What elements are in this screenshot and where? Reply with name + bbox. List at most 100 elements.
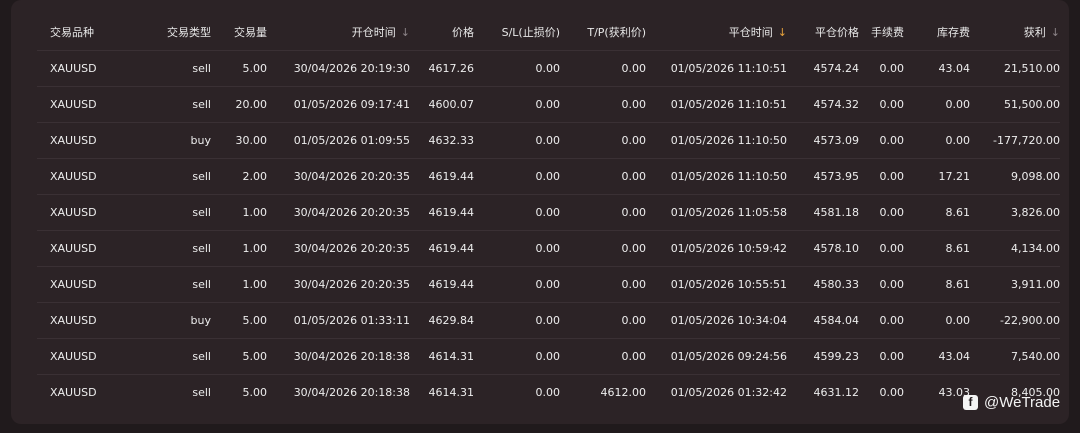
cell-sl: 0.00 xyxy=(474,86,560,123)
cell-volume: 30.00 xyxy=(211,122,267,159)
cell-tp: 4612.00 xyxy=(600,386,647,399)
cell-swap: 8.61 xyxy=(904,230,970,267)
cell-price: 4614.31 xyxy=(410,338,474,375)
cell-commission: 0.00 xyxy=(859,158,904,195)
cell-close-time: 01/05/2026 10:59:42 xyxy=(646,230,787,267)
cell-volume: 1.00 xyxy=(211,230,267,267)
cell-profit: 51,500.00 xyxy=(970,86,1060,123)
cell-open-time: 01/05/2026 01:33:11 xyxy=(267,302,410,339)
cell-volume: 5.00 xyxy=(211,50,267,87)
cell-commission: 0.00 xyxy=(859,122,904,159)
cell-open-time: 01/05/2026 01:09:55 xyxy=(267,122,410,159)
table-row[interactable]: XAUUSD sell 5.00 30/04/2026 20:18:38 4614.31… xyxy=(37,375,1060,411)
cell-swap: 0.00 xyxy=(904,122,970,159)
cell-close-time: 01/05/2026 11:10:50 xyxy=(646,158,787,195)
cell-sl: 0.00 xyxy=(474,194,560,231)
table-row[interactable]: XAUUSD sell 2.00 30/04/2026 20:20:35 4619.44… xyxy=(37,158,1060,195)
cell-symbol: XAUUSD xyxy=(37,122,107,159)
cell-type: sell xyxy=(192,386,211,399)
cell-profit: -22,900.00 xyxy=(970,302,1060,339)
cell-type: sell xyxy=(107,266,211,303)
cell-commission: 0.00 xyxy=(859,50,904,87)
header-symbol[interactable]: 交易品种 xyxy=(37,14,107,51)
cell-close-time: 01/05/2026 11:05:58 xyxy=(646,194,787,231)
cell-close-price: 4599.23 xyxy=(787,338,859,375)
header-type[interactable]: 交易类型 xyxy=(107,14,211,51)
cell-close-price: 4573.95 xyxy=(787,158,859,195)
cell-close-time: 01/05/2026 10:55:51 xyxy=(646,266,787,303)
cell-tp: 0.00 xyxy=(560,194,646,231)
cell-swap: 0.00 xyxy=(904,86,970,123)
cell-tp: 0.00 xyxy=(560,50,646,87)
table-row[interactable]: XAUUSD sell 20.00 01/05/2026 09:17:41 4600.0… xyxy=(37,86,1060,123)
cell-swap: 8.61 xyxy=(904,194,970,231)
cell-type: buy xyxy=(107,122,211,159)
sort-down-icon[interactable]: ↓ xyxy=(1051,26,1060,39)
cell-tp: 0.00 xyxy=(560,122,646,159)
cell-close-price: 4584.04 xyxy=(787,302,859,339)
table-row[interactable]: XAUUSD buy 5.00 01/05/2026 01:33:11 4629.84 0… xyxy=(37,302,1060,339)
table-row[interactable]: XAUUSD sell 5.00 30/04/2026 20:19:30 4617.26… xyxy=(37,50,1060,87)
table-row[interactable]: XAUUSD sell 1.00 30/04/2026 20:20:35 4619.44… xyxy=(37,266,1060,303)
table-row[interactable]: XAUUSD sell 1.00 30/04/2026 20:20:35 4619.44… xyxy=(37,230,1060,267)
cell-swap: 43.03 xyxy=(938,386,971,399)
cell-close-price: 4580.33 xyxy=(787,266,859,303)
cell-swap: 43.04 xyxy=(904,338,970,375)
cell-commission: 0.00 xyxy=(859,266,904,303)
cell-type: sell xyxy=(107,50,211,87)
cell-symbol: XAUUSD xyxy=(37,302,107,339)
cell-tp: 0.00 xyxy=(560,266,646,303)
cell-symbol: XAUUSD xyxy=(37,266,107,303)
cell-sl: 0.00 xyxy=(474,338,560,375)
cell-volume: 1.00 xyxy=(211,194,267,231)
table-row[interactable]: XAUUSD sell 5.00 30/04/2026 20:18:38 4614.31… xyxy=(37,338,1060,375)
header-profit[interactable]: 获利 ↓ xyxy=(970,14,1060,51)
header-close-price[interactable]: 平仓价格 xyxy=(787,14,859,51)
cell-tp: 0.00 xyxy=(560,158,646,195)
header-close-time[interactable]: 平仓时间 ↓ xyxy=(646,14,787,51)
header-commission[interactable]: 手续费 xyxy=(859,14,904,51)
cell-swap: 8.61 xyxy=(904,266,970,303)
cell-symbol: XAUUSD xyxy=(37,158,107,195)
header-price[interactable]: 价格 xyxy=(410,14,474,51)
header-swap[interactable]: 库存费 xyxy=(904,14,970,51)
cell-tp: 0.00 xyxy=(560,86,646,123)
cell-sl: 0.00 xyxy=(474,302,560,339)
cell-open-time: 30/04/2026 20:18:38 xyxy=(293,386,410,399)
cell-sl: 0.00 xyxy=(474,158,560,195)
header-sl[interactable]: S/L(止损价) xyxy=(474,14,560,51)
cell-commission: 0.00 xyxy=(859,230,904,267)
cell-sl: 0.00 xyxy=(474,122,560,159)
cell-profit: 9,098.00 xyxy=(970,158,1060,195)
cell-commission: 0.00 xyxy=(859,302,904,339)
sort-down-active-icon[interactable]: ↓ xyxy=(778,26,787,39)
header-tp[interactable]: T/P(获利价) xyxy=(560,14,646,51)
cell-profit: 4,134.00 xyxy=(970,230,1060,267)
cell-symbol: XAUUSD xyxy=(37,86,107,123)
cell-volume: 20.00 xyxy=(211,86,267,123)
cell-close-time: 01/05/2026 11:10:50 xyxy=(646,122,787,159)
cell-close-time: 01/05/2026 09:24:56 xyxy=(646,338,787,375)
header-close-time-label: 平仓时间 xyxy=(728,26,773,39)
cell-close-price: 4573.09 xyxy=(787,122,859,159)
cell-close-price: 4574.24 xyxy=(787,50,859,87)
table-row[interactable]: XAUUSD buy 30.00 01/05/2026 01:09:55 4632.33… xyxy=(37,122,1060,159)
trade-history-table: 交易品种 交易类型 交易量 开仓时间 ↓ 价格 S/L(止损价) T/P(获利价)… xyxy=(37,14,1060,410)
cell-close-time: 01/05/2026 11:10:51 xyxy=(646,50,787,87)
cell-close-price: 4581.18 xyxy=(787,194,859,231)
header-volume[interactable]: 交易量 xyxy=(211,14,267,51)
watermark-text: @WeTrade xyxy=(984,393,1061,411)
cell-commission: 0.00 xyxy=(859,194,904,231)
cell-close-price: 4574.32 xyxy=(787,86,859,123)
cell-close-time: 01/05/2026 11:10:51 xyxy=(646,86,787,123)
cell-sl: 0.00 xyxy=(474,230,560,267)
trade-history-panel: 交易品种 交易类型 交易量 开仓时间 ↓ 价格 S/L(止损价) T/P(获利价)… xyxy=(11,0,1069,424)
cell-commission: 0.00 xyxy=(859,86,904,123)
header-open-time-label: 开仓时间 xyxy=(351,26,396,39)
cell-volume: 5.00 xyxy=(242,386,268,399)
sort-down-icon[interactable]: ↓ xyxy=(401,26,410,39)
table-row[interactable]: XAUUSD sell 1.00 30/04/2026 20:20:35 4619.44… xyxy=(37,194,1060,231)
cell-open-time: 30/04/2026 20:20:35 xyxy=(267,266,410,303)
header-open-time[interactable]: 开仓时间 ↓ xyxy=(267,14,410,51)
cell-type: sell xyxy=(107,338,211,375)
